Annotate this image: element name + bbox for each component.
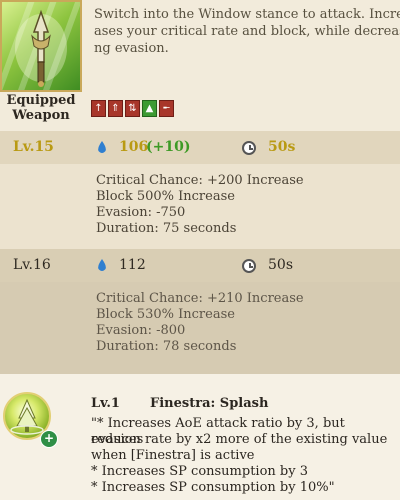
level-row-16: Lv.16 112 50s bbox=[0, 249, 400, 282]
spear-icon: ↑ bbox=[91, 100, 106, 117]
cooldown-value: 50s bbox=[268, 257, 293, 273]
rune-name: Finestra: Splash bbox=[150, 396, 269, 411]
rune-line: * Increases SP consumption by 10%" bbox=[91, 480, 335, 495]
tree-icon: ▲ bbox=[142, 100, 157, 117]
sp-drop-icon bbox=[98, 259, 106, 271]
equipped-weapon-label: Equipped Weapon bbox=[6, 93, 76, 123]
spear-window-stance-icon bbox=[15, 9, 67, 87]
effect-line: Block 500% Increase bbox=[96, 189, 235, 204]
effect-line: Duration: 75 seconds bbox=[96, 221, 237, 236]
effect-line: Evasion: -800 bbox=[96, 323, 186, 338]
cooldown-clock-icon bbox=[242, 259, 256, 273]
sp-cost: 106 bbox=[119, 139, 149, 155]
level-15-details: Critical Chance: +200 Increase Block 500… bbox=[0, 164, 400, 249]
rune-line: * Increases SP consumption by 3 bbox=[91, 464, 308, 479]
skill-description: Switch into the Window stance to attack.… bbox=[94, 7, 400, 56]
sp-drop-icon bbox=[98, 141, 106, 153]
cooldown-clock-icon bbox=[242, 141, 256, 155]
sp-cost: 112 bbox=[119, 257, 146, 273]
sp-bonus: (+10) bbox=[146, 139, 191, 155]
rune-line: when [Finestra] is active bbox=[91, 448, 255, 463]
rune-line: evasion rate by x2 more of the existing … bbox=[91, 432, 388, 447]
effect-line: Evasion: -750 bbox=[96, 205, 186, 220]
skill-icon bbox=[0, 0, 82, 92]
double-spear-icon: ⇅ bbox=[125, 100, 140, 117]
level-label: Lv.16 bbox=[13, 257, 51, 273]
plus-badge-icon: + bbox=[40, 430, 58, 448]
level-label: Lv.15 bbox=[13, 139, 54, 155]
effect-line: Critical Chance: +200 Increase bbox=[96, 173, 304, 188]
effect-line: Critical Chance: +210 Increase bbox=[96, 291, 304, 306]
level-16-details: Critical Chance: +210 Increase Block 530… bbox=[0, 282, 400, 374]
twin-spear-icon: ⇑ bbox=[108, 100, 123, 117]
level-row-15: Lv.15 106 (+10) 50s bbox=[0, 131, 400, 164]
effect-line: Block 530% Increase bbox=[96, 307, 235, 322]
effect-line: Duration: 78 seconds bbox=[96, 339, 237, 354]
rune-level: Lv.1 bbox=[91, 396, 120, 411]
gun-icon: ╾ bbox=[159, 100, 174, 117]
cooldown-value: 50s bbox=[268, 139, 296, 155]
